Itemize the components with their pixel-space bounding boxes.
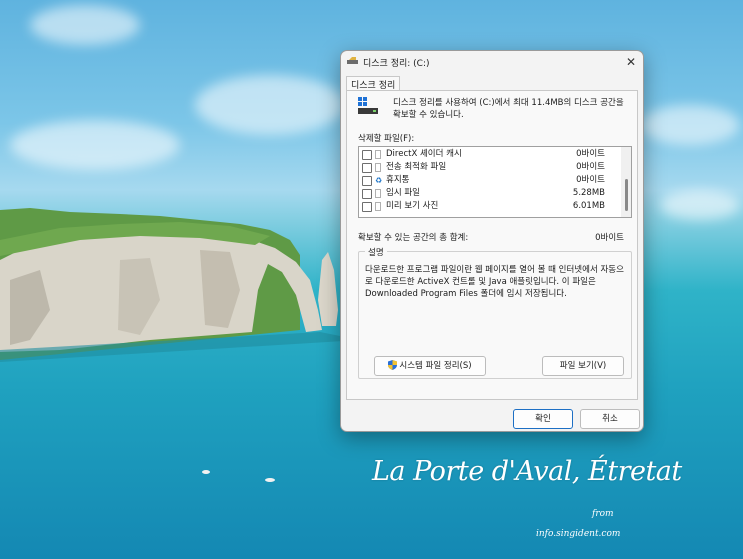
- system-file-cleanup-label: 시스템 파일 정리(S): [399, 361, 472, 371]
- file-size: 0바이트: [576, 149, 605, 159]
- intro-text: 디스크 정리를 사용하여 (C:)에서 최대 11.4MB의 디스크 공간을 확…: [393, 98, 624, 120]
- file-row-thumbnails[interactable]: 미리 보기 사진 6.01MB: [359, 200, 621, 213]
- disk-cleanup-dialog: 디스크 정리: (C:) ✕ 디스크 정리 디스크 정리를 사용하여 (C:)에…: [340, 50, 644, 432]
- total-space-label: 확보할 수 있는 공간의 총 합계:: [358, 233, 469, 243]
- file-checkbox[interactable]: [362, 163, 372, 173]
- close-button[interactable]: ✕: [621, 53, 641, 71]
- wallpaper-caption: La Porte d'Aval, Étretat: [372, 456, 682, 487]
- cloud: [10, 120, 180, 170]
- file-checkbox[interactable]: [362, 202, 372, 212]
- file-row-temp-files[interactable]: 임시 파일 5.28MB: [359, 187, 621, 200]
- wallpaper-from: from: [592, 509, 614, 519]
- cancel-button[interactable]: 취소: [580, 409, 640, 429]
- file-icon: [375, 150, 381, 159]
- file-size: 5.28MB: [572, 188, 605, 198]
- system-file-cleanup-button[interactable]: 시스템 파일 정리(S): [374, 356, 486, 376]
- file-name: 미리 보기 사진: [386, 201, 439, 211]
- drive-icon: [358, 97, 378, 114]
- file-name: 임시 파일: [386, 188, 420, 198]
- title-bar[interactable]: 디스크 정리: (C:) ✕: [341, 51, 643, 73]
- file-size: 6.01MB: [572, 201, 605, 211]
- file-checkbox[interactable]: [362, 150, 372, 160]
- cloud: [30, 5, 140, 45]
- tab-panel: 디스크 정리를 사용하여 (C:)에서 최대 11.4MB의 디스크 공간을 확…: [346, 90, 638, 400]
- description-group: 설명 다운로드한 프로그램 파일이란 웹 페이지를 열어 볼 때 인터넷에서 자…: [358, 246, 632, 379]
- file-checkbox[interactable]: [362, 176, 372, 186]
- file-size: 0바이트: [576, 175, 605, 185]
- file-name: 휴지통: [386, 175, 410, 185]
- cloud: [640, 105, 740, 145]
- ok-button[interactable]: 확인: [513, 409, 573, 429]
- wallpaper-credit: info.singident.com: [536, 529, 621, 539]
- total-space-value: 0바이트: [595, 233, 624, 243]
- file-icon: [375, 163, 381, 172]
- recycle-bin-icon: ♻: [375, 176, 383, 185]
- file-name: DirectX 셰이더 캐시: [386, 149, 462, 159]
- description-text: 다운로드한 프로그램 파일이란 웹 페이지를 열어 볼 때 인터넷에서 자동으로…: [365, 265, 624, 299]
- description-title: 설명: [365, 246, 387, 258]
- file-checkbox[interactable]: [362, 189, 372, 199]
- files-to-delete-label: 삭제할 파일(F):: [358, 134, 415, 144]
- uac-shield-icon: [388, 360, 398, 370]
- file-row-delivery-optimization[interactable]: 전송 최적화 파일 0바이트: [359, 161, 621, 174]
- file-name: 전송 최적화 파일: [386, 162, 447, 172]
- view-files-button[interactable]: 파일 보기(V): [542, 356, 624, 376]
- window-title: 디스크 정리: (C:): [363, 59, 430, 69]
- file-icon: [375, 189, 381, 198]
- file-icon: [375, 202, 381, 211]
- scrollbar-thumb[interactable]: [625, 179, 628, 211]
- file-size: 0바이트: [576, 162, 605, 172]
- file-row-directx-cache[interactable]: DirectX 셰이더 캐시 0바이트: [359, 148, 621, 161]
- file-row-recycle-bin[interactable]: ♻ 휴지통 0바이트: [359, 174, 621, 187]
- file-list-scrollbar[interactable]: [621, 147, 631, 217]
- disk-cleanup-icon: [347, 57, 358, 64]
- file-list[interactable]: DirectX 셰이더 캐시 0바이트 전송 최적화 파일 0바이트 ♻ 휴지통…: [358, 146, 632, 218]
- cloud: [195, 75, 345, 135]
